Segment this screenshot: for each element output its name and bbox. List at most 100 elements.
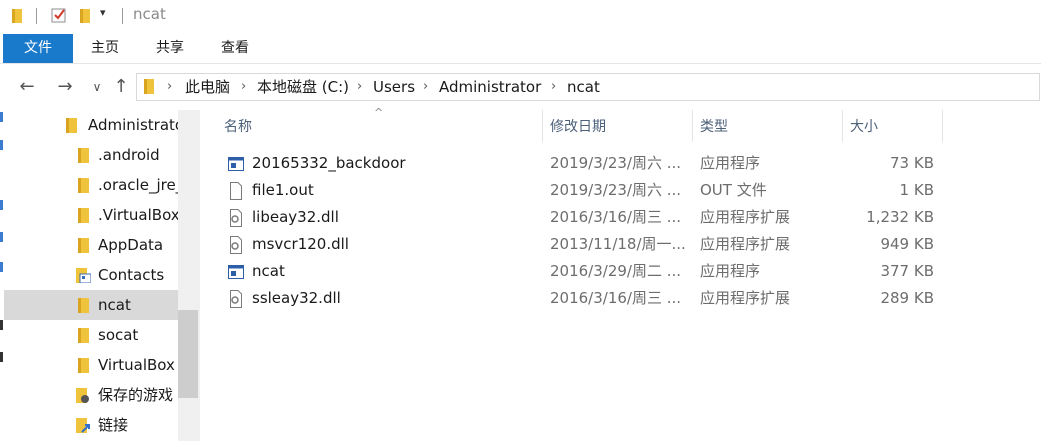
nav-item-virtualbox-vms[interactable]: VirtualBox VMs	[4, 350, 178, 380]
navigation-pane: Administrator .android .oracle_jre_usage…	[4, 110, 200, 441]
file-row[interactable]: 20165332_backdoor 2019/3/23/周六 ... 应用程序 …	[218, 150, 948, 177]
background-window-edge	[0, 232, 3, 242]
nav-item-ncat[interactable]: ncat	[4, 290, 178, 320]
column-header-type[interactable]: 类型	[700, 110, 728, 142]
file-date: 2016/3/16/周三 ...	[550, 289, 682, 307]
file-date: 2019/3/23/周六 ...	[550, 181, 682, 199]
folder-icon	[78, 208, 89, 223]
links-icon	[76, 418, 90, 433]
column-divider[interactable]	[542, 110, 543, 142]
tab-file[interactable]: 文件	[3, 34, 73, 63]
nav-item-saved-games[interactable]: 保存的游戏	[4, 380, 178, 410]
ribbon-tabs: 文件 主页 共享 查看	[0, 34, 1041, 64]
column-divider[interactable]	[942, 110, 943, 142]
dll-icon	[230, 209, 242, 227]
back-button[interactable]: ←	[16, 74, 38, 100]
folder-icon	[66, 118, 77, 133]
tab-view[interactable]: 查看	[210, 34, 260, 63]
file-size: 289 KB	[880, 289, 934, 307]
column-header-date[interactable]: 修改日期	[550, 110, 606, 142]
dll-icon	[230, 236, 242, 254]
folder-icon	[78, 358, 89, 373]
file-name: file1.out	[252, 181, 314, 199]
nav-item-label: .VirtualBox	[98, 206, 178, 224]
breadcrumb-this-pc[interactable]: 此电脑	[185, 74, 230, 100]
title-separator	[36, 8, 37, 24]
background-window-edge	[0, 320, 3, 330]
column-header-row: ^ 名称 修改日期 类型 大小	[218, 106, 948, 142]
file-row[interactable]: libeay32.dll 2016/3/16/周三 ... 应用程序扩展 1,2…	[218, 204, 948, 231]
file-type: 应用程序扩展	[700, 289, 791, 307]
new-folder-icon[interactable]	[78, 7, 94, 25]
folder-icon	[78, 298, 89, 313]
file-date: 2013/11/18/周一...	[550, 235, 686, 253]
background-window-edge	[0, 140, 3, 150]
file-name: msvcr120.dll	[252, 235, 349, 253]
file-type: 应用程序	[700, 154, 761, 172]
nav-item-contacts[interactable]: Contacts	[4, 260, 178, 290]
title-separator	[122, 8, 123, 24]
file-name: libeay32.dll	[252, 208, 339, 226]
nav-item-android[interactable]: .android	[4, 140, 178, 170]
breadcrumb-chevron-icon[interactable]: ›	[167, 74, 172, 100]
file-row[interactable]: file1.out 2019/3/23/周六 ... OUT 文件 1 KB	[218, 177, 948, 204]
nav-item-virtualbox-hidden[interactable]: .VirtualBox	[4, 200, 178, 230]
nav-item-appdata[interactable]: AppData	[4, 230, 178, 260]
folder-icon	[144, 79, 154, 94]
breadcrumb-chevron-icon[interactable]: ›	[241, 74, 246, 100]
file-date: 2016/3/29/周二 ...	[550, 262, 682, 280]
breadcrumb-administrator[interactable]: Administrator	[439, 74, 541, 100]
nav-item-label: Administrator	[88, 116, 178, 134]
file-name: 20165332_backdoor	[252, 154, 406, 172]
file-type: OUT 文件	[700, 181, 767, 199]
file-date: 2019/3/23/周六 ...	[550, 154, 682, 172]
file-size: 1 KB	[899, 181, 934, 199]
file-date: 2016/3/16/周三 ...	[550, 208, 682, 226]
file-type: 应用程序扩展	[700, 235, 791, 253]
file-row[interactable]: ssleay32.dll 2016/3/16/周三 ... 应用程序扩展 289…	[218, 285, 948, 312]
background-window-edge	[0, 352, 3, 362]
nav-item-label: .android	[98, 146, 160, 164]
properties-check-icon[interactable]	[50, 6, 68, 24]
file-row[interactable]: ncat 2016/3/29/周二 ... 应用程序 377 KB	[218, 258, 948, 285]
breadcrumb-users[interactable]: Users	[373, 74, 415, 100]
breadcrumb-ncat[interactable]: ncat	[567, 74, 600, 100]
up-button[interactable]: ↑	[110, 74, 132, 100]
folder-icon	[78, 238, 89, 253]
file-name: ssleay32.dll	[252, 289, 341, 307]
file-row[interactable]: msvcr120.dll 2013/11/18/周一... 应用程序扩展 949…	[218, 231, 948, 258]
breadcrumb-chevron-icon[interactable]: ›	[357, 74, 362, 100]
file-name: ncat	[252, 262, 285, 280]
tab-share[interactable]: 共享	[145, 34, 195, 63]
forward-button[interactable]: →	[54, 74, 76, 100]
recent-locations-button[interactable]: ∨	[86, 74, 108, 100]
exe-icon	[228, 157, 244, 171]
tab-home[interactable]: 主页	[80, 34, 130, 63]
nav-item-socat[interactable]: socat	[4, 320, 178, 350]
nav-item-label: .oracle_jre_usage	[98, 176, 178, 194]
background-window-edge	[0, 112, 3, 122]
breadcrumb-chevron-icon[interactable]: ›	[423, 74, 428, 100]
breadcrumb-chevron-icon[interactable]: ›	[551, 74, 556, 100]
nav-item-label: 保存的游戏	[98, 386, 174, 404]
nav-item-oracle-jre[interactable]: .oracle_jre_usage	[4, 170, 178, 200]
background-window-edge	[0, 262, 3, 272]
nav-item-administrator[interactable]: Administrator	[4, 110, 178, 140]
file-type: 应用程序	[700, 262, 761, 280]
nav-item-label: AppData	[98, 236, 164, 254]
sort-ascending-icon: ^	[374, 106, 384, 119]
column-divider[interactable]	[842, 110, 843, 142]
file-size: 73 KB	[890, 154, 934, 172]
nav-scrollbar-thumb[interactable]	[178, 310, 198, 398]
window-title: ncat	[133, 5, 166, 23]
folder-icon	[78, 328, 89, 343]
breadcrumb-local-disk[interactable]: 本地磁盘 (C:)	[257, 74, 349, 100]
address-bar[interactable]: › 此电脑 › 本地磁盘 (C:) › Users › Administrato…	[136, 73, 1040, 101]
folder-icon	[78, 148, 89, 163]
nav-item-links[interactable]: 链接	[4, 410, 178, 440]
column-header-size[interactable]: 大小	[850, 110, 878, 142]
customize-toolbar-icon[interactable]: ▾	[100, 6, 106, 19]
column-divider[interactable]	[692, 110, 693, 142]
column-header-name[interactable]: 名称	[224, 110, 252, 142]
background-window-edge	[0, 200, 3, 210]
